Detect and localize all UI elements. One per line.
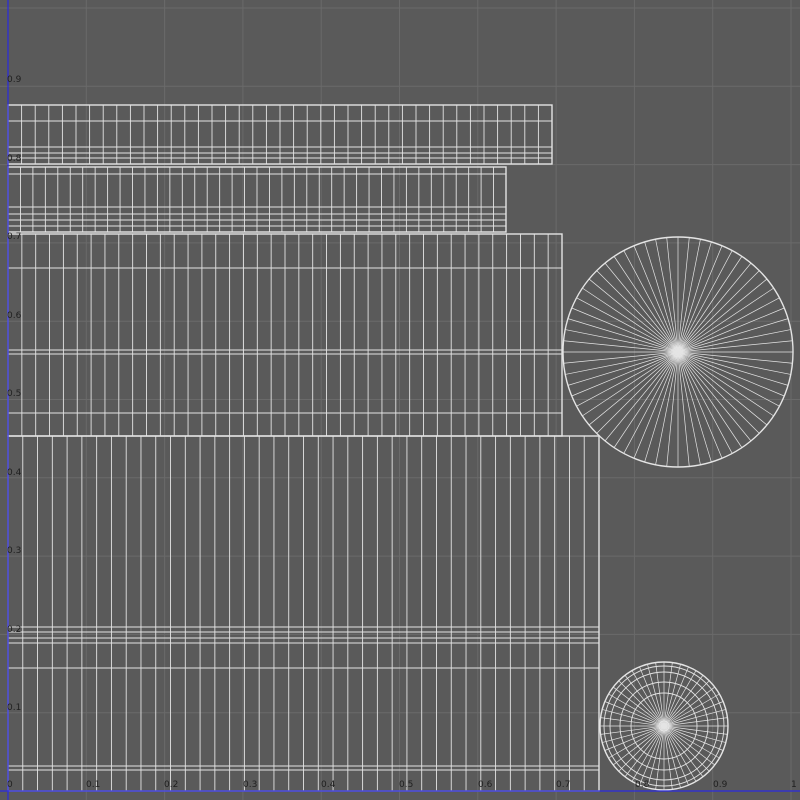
uv-shell-middle-block[interactable]: [7, 233, 563, 437]
uv-shell-disc-small[interactable]: [599, 661, 729, 791]
uv-shell-large-block[interactable]: [7, 435, 600, 792]
tick-u-1: 1: [791, 780, 797, 790]
uv-shell-disc-large[interactable]: [562, 236, 794, 468]
tick-u-0: 0: [7, 780, 13, 790]
tick-v-0.6: 0.6: [7, 311, 22, 321]
uv-shell-top-strip[interactable]: [7, 104, 553, 165]
tick-u-0.7: 0.7: [556, 780, 570, 790]
tick-u-0.5: 0.5: [399, 780, 413, 790]
uv-editor-canvas[interactable]: 0 0.1 0.2 0.3 0.4 0.5 0.6 0.7 0.8 0.9 1 …: [0, 0, 800, 800]
tick-v-0.2: 0.2: [7, 625, 21, 635]
tick-u-0.4: 0.4: [321, 780, 336, 790]
tick-v-0.1: 0.1: [7, 703, 21, 713]
tick-u-0.9: 0.9: [713, 780, 728, 790]
uv-shell-strip-2[interactable]: [7, 166, 507, 233]
tick-u-0.1: 0.1: [86, 780, 100, 790]
tick-u-0.3: 0.3: [243, 780, 257, 790]
tick-v-0.3: 0.3: [7, 546, 21, 556]
tick-v-0.9: 0.9: [7, 75, 22, 85]
tick-v-0.8: 0.8: [7, 154, 22, 164]
tick-v-0.5: 0.5: [7, 389, 21, 399]
tick-u-0.8: 0.8: [635, 780, 650, 790]
tick-v-0.4: 0.4: [7, 468, 22, 478]
tick-u-0.6: 0.6: [478, 780, 493, 790]
tick-u-0.2: 0.2: [164, 780, 178, 790]
tick-v-0.7: 0.7: [7, 232, 21, 242]
